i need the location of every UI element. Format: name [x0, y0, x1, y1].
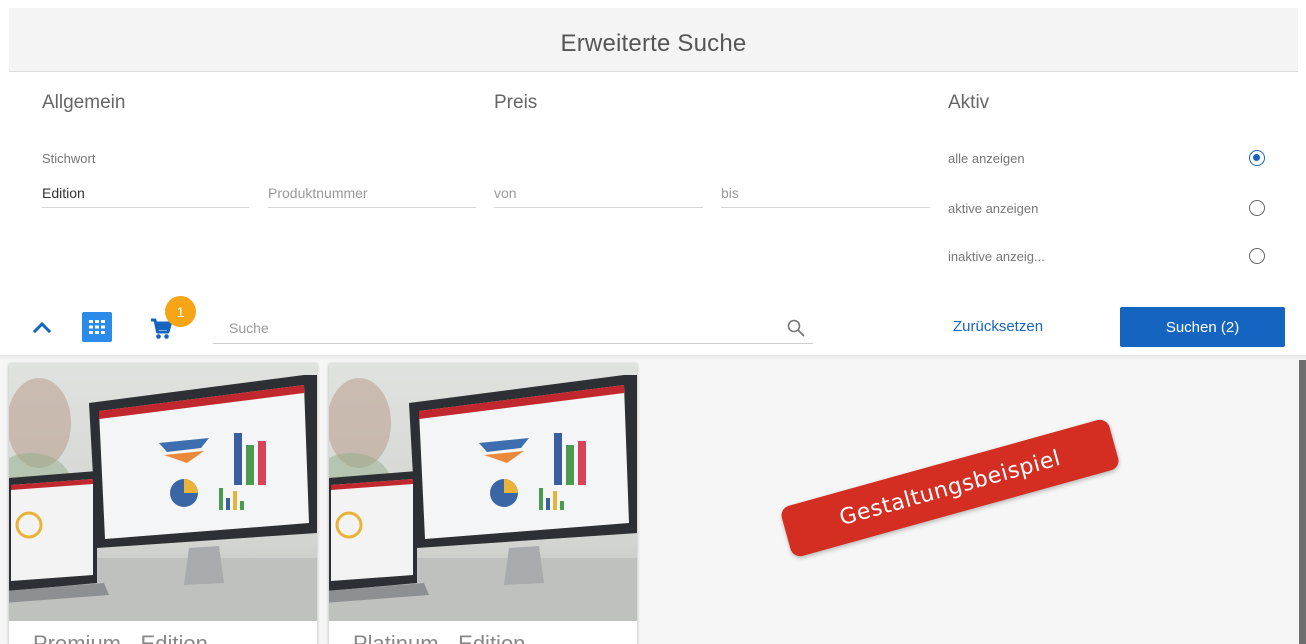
section-heading-general: Allgemein	[42, 92, 126, 113]
section-heading-active: Aktiv	[948, 92, 990, 113]
product-title[interactable]: Platinum - Edition	[353, 631, 525, 644]
section-heading-price: Preis	[494, 92, 538, 113]
price-to-input[interactable]	[721, 176, 930, 207]
search-icon[interactable]	[787, 319, 805, 337]
keyword-field[interactable]	[42, 176, 249, 208]
radio-label-all: alle anzeigen	[948, 151, 1025, 166]
radio-active[interactable]	[1249, 200, 1265, 216]
grid-view-icon	[89, 320, 105, 334]
search-input[interactable]	[213, 312, 773, 343]
scrollbar[interactable]	[1299, 360, 1306, 644]
chevron-up-icon[interactable]	[33, 320, 51, 334]
price-to-field[interactable]	[721, 176, 930, 208]
radio-label-inactive: inaktive anzeig...	[948, 249, 1045, 264]
grid-view-button[interactable]	[82, 312, 112, 342]
price-from-input[interactable]	[494, 176, 703, 207]
product-title[interactable]: Premium - Edition	[33, 631, 208, 644]
product-image	[9, 363, 317, 621]
radio-inactive[interactable]	[1249, 248, 1265, 264]
price-from-field[interactable]	[494, 176, 703, 208]
radio-all[interactable]	[1249, 150, 1265, 166]
keyword-label: Stichwort	[42, 151, 96, 166]
product-card[interactable]: Platinum - Edition	[329, 363, 637, 644]
product-image	[329, 363, 637, 621]
product-number-input[interactable]	[268, 176, 476, 207]
page-title: Erweiterte Suche	[560, 30, 747, 57]
radio-label-active: aktive anzeigen	[948, 201, 1039, 216]
reset-link[interactable]: Zurücksetzen	[953, 318, 1043, 335]
product-card[interactable]: Premium - Edition	[9, 363, 317, 644]
search-button[interactable]: Suchen (2)	[1120, 307, 1285, 347]
product-number-field[interactable]	[268, 176, 476, 208]
keyword-input[interactable]	[42, 176, 249, 207]
header-bar: Erweiterte Suche	[9, 8, 1298, 72]
cart-count-badge: 1	[165, 296, 196, 327]
search-field[interactable]	[213, 312, 813, 344]
